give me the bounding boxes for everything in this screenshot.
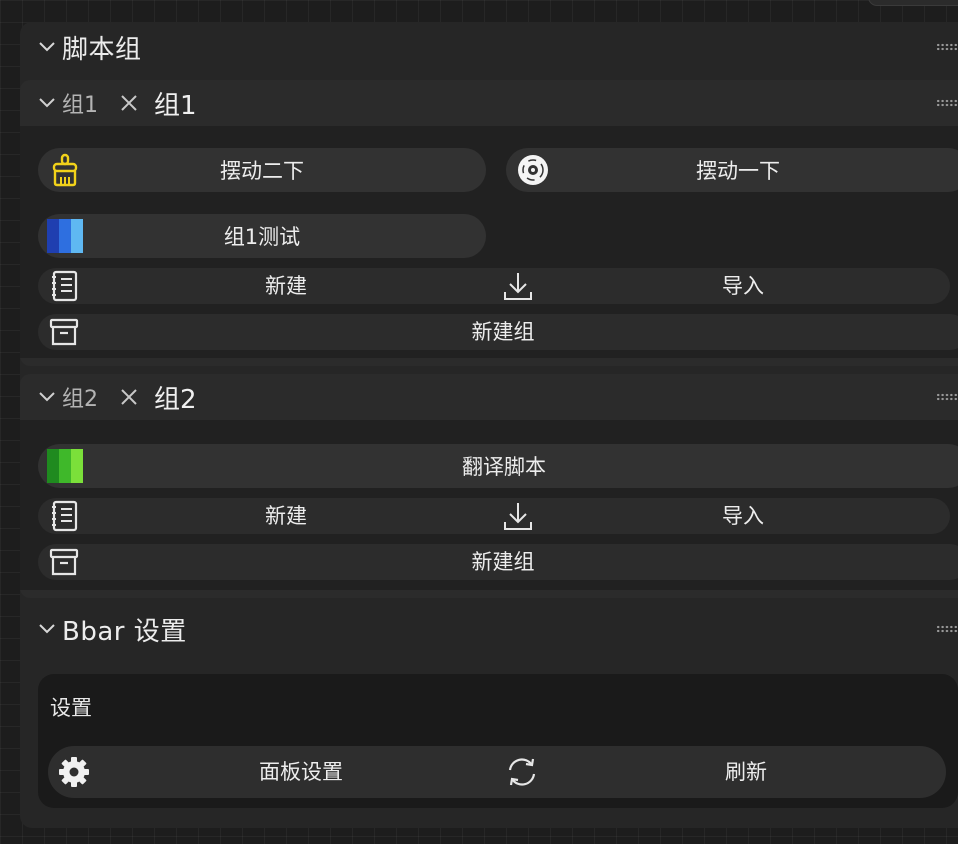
blue-stripes-icon bbox=[46, 217, 84, 255]
drag-handle-icon[interactable] bbox=[936, 43, 958, 51]
notebook-icon[interactable] bbox=[46, 268, 82, 304]
chevron-down-icon[interactable] bbox=[36, 92, 58, 114]
settings-label: 设置 bbox=[50, 696, 92, 720]
chevron-down-icon[interactable] bbox=[36, 36, 58, 58]
group-panel-1: 组1 组1 摆动二下 摆动一下 组1测试 新建 导入 新建组 bbox=[20, 80, 958, 366]
script-button[interactable]: 摆动二下 bbox=[38, 148, 486, 192]
drag-handle-icon[interactable] bbox=[936, 625, 958, 633]
disc-icon bbox=[514, 151, 552, 189]
close-icon[interactable] bbox=[118, 386, 140, 408]
group-header-1[interactable]: 组1 组1 bbox=[20, 80, 958, 126]
refresh-icon[interactable] bbox=[504, 754, 540, 790]
script-button[interactable]: 翻译脚本 bbox=[38, 444, 958, 488]
settings-row: 面板设置 刷新 bbox=[48, 746, 946, 798]
script-group-title: 脚本组 bbox=[62, 34, 142, 65]
chevron-down-icon[interactable] bbox=[36, 618, 58, 640]
bbar-settings-title: Bbar 设置 bbox=[62, 616, 187, 647]
top-handle bbox=[868, 0, 958, 6]
script-panel: 脚本组 组1 组1 摆动二下 摆动一下 组1测试 新建 导入 新建组 组2 组2… bbox=[20, 22, 958, 828]
panel-settings-button[interactable]: 面板设置 bbox=[96, 746, 506, 798]
group-name: 组1 bbox=[62, 93, 98, 118]
group-panel-2: 组2 组2 翻译脚本 新建 导入 新建组 bbox=[20, 374, 958, 598]
new-button[interactable]: 新建 bbox=[86, 498, 486, 534]
refresh-button[interactable]: 刷新 bbox=[546, 746, 946, 798]
download-icon[interactable] bbox=[500, 268, 536, 304]
group-title: 组2 bbox=[154, 384, 197, 415]
bbar-settings-header[interactable]: Bbar 设置 bbox=[20, 604, 958, 654]
download-icon[interactable] bbox=[500, 498, 536, 534]
group-header-2[interactable]: 组2 组2 bbox=[20, 374, 958, 420]
group-body-2: 翻译脚本 新建 导入 新建组 bbox=[20, 420, 958, 590]
drag-handle-icon[interactable] bbox=[936, 393, 958, 401]
drag-handle-icon[interactable] bbox=[936, 99, 958, 107]
settings-card: 设置 面板设置 刷新 bbox=[38, 674, 958, 808]
button-label: 翻译脚本 bbox=[462, 455, 546, 479]
broom-icon bbox=[46, 151, 84, 189]
button-label: 组1测试 bbox=[223, 225, 301, 249]
new-button[interactable]: 新建 bbox=[86, 268, 486, 304]
button-label: 摆动一下 bbox=[696, 159, 780, 183]
button-label: 摆动二下 bbox=[220, 159, 304, 183]
new-group-button: 新建组 bbox=[471, 320, 535, 344]
green-stripes-icon bbox=[46, 447, 84, 485]
new-group-button: 新建组 bbox=[471, 550, 535, 574]
chevron-down-icon[interactable] bbox=[36, 386, 58, 408]
script-button[interactable]: 组1测试 bbox=[38, 214, 486, 258]
action-row: 新建 导入 bbox=[38, 498, 950, 534]
import-button[interactable]: 导入 bbox=[538, 498, 948, 534]
close-icon[interactable] bbox=[118, 92, 140, 114]
gear-icon[interactable] bbox=[56, 754, 92, 790]
action-row: 新建 导入 bbox=[38, 268, 950, 304]
new-group-row[interactable]: 新建组 bbox=[38, 314, 958, 350]
group-body-1: 摆动二下 摆动一下 组1测试 新建 导入 新建组 bbox=[20, 126, 958, 358]
new-group-row[interactable]: 新建组 bbox=[38, 544, 958, 580]
group-name: 组2 bbox=[62, 387, 98, 412]
notebook-icon[interactable] bbox=[46, 498, 82, 534]
script-group-header[interactable]: 脚本组 bbox=[20, 22, 958, 72]
import-button[interactable]: 导入 bbox=[538, 268, 948, 304]
group-title: 组1 bbox=[154, 90, 197, 121]
script-button[interactable]: 摆动一下 bbox=[506, 148, 958, 192]
